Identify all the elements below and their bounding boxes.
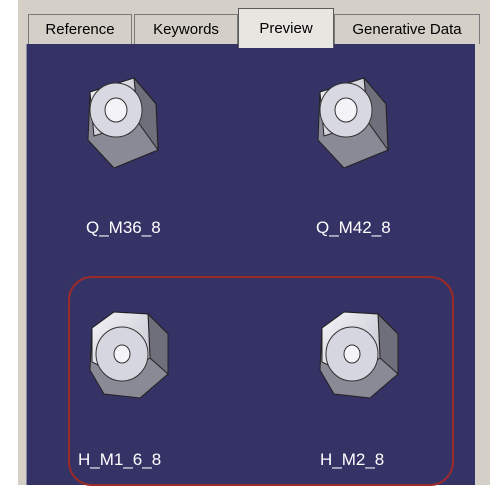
preview-item-h-m2-8[interactable]: [270, 300, 450, 410]
item-caption: Q_M36_8: [86, 218, 161, 237]
tab-preview-label: Preview: [259, 20, 313, 37]
preview-item-q-m42-8[interactable]: [262, 64, 442, 184]
tab-reference-label: Reference: [45, 21, 115, 38]
tab-generative-data-label: Generative Data: [352, 21, 462, 38]
hex-nut-icon: [319, 311, 399, 399]
hex-nut-icon: [89, 311, 169, 399]
item-caption: H_M2_8: [320, 450, 385, 469]
square-nut-icon: [317, 76, 389, 169]
item-caption: H_M1_6_8: [78, 450, 162, 469]
item-caption: Q_M42_8: [316, 218, 391, 237]
tab-keywords[interactable]: Keywords: [134, 14, 238, 44]
preview-item-h-m1-6-8[interactable]: [40, 300, 220, 410]
square-nut-icon: [87, 76, 159, 169]
tab-keywords-label: Keywords: [153, 21, 219, 38]
tab-preview[interactable]: Preview: [238, 8, 334, 48]
tab-generative-data[interactable]: Generative Data: [334, 14, 480, 44]
preview-item-q-m36-8[interactable]: [32, 64, 212, 184]
tab-reference[interactable]: Reference: [28, 14, 132, 44]
